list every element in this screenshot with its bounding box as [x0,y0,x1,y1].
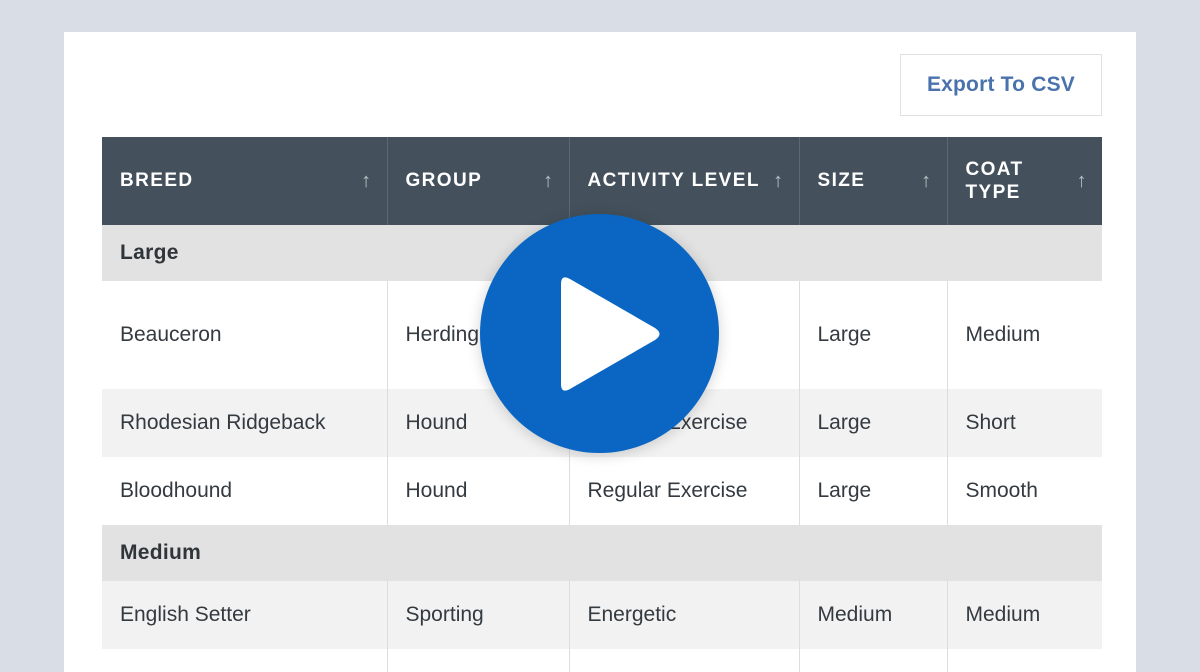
cell-size: Medium [799,581,948,649]
cell-coat: Medium [947,281,1102,389]
table-header-row: Breed ↑ Group ↑ Activity [102,137,1102,225]
column-header-group-label: Group [405,170,483,192]
cell-group: Sporting [387,581,570,649]
cell-breed: Rhodesian Ridgeback [102,389,388,457]
cell-breed: English Setter [102,581,388,649]
cell-size: Medium [799,649,948,672]
table-toolbar: Export To CSV [64,32,1136,137]
cell-size: Large [799,457,948,525]
cell-size: Large [799,281,948,389]
column-header-size-label: Size [817,170,866,192]
table-row[interactable]: English Setter Sporting Energetic Medium… [102,581,1102,649]
cell-group: Sporting [387,649,570,672]
table-row[interactable]: German Short Haired Sporting Needs Lots … [102,649,1102,672]
column-header-size[interactable]: Size ↑ [799,137,948,225]
cell-activity: Regular Exercise [569,457,800,525]
export-to-csv-button[interactable]: Export To CSV [899,53,1102,116]
sort-ascending-arrow-icon[interactable]: ↑ [361,171,372,191]
table-row[interactable]: Bloodhound Hound Regular Exercise Large … [102,457,1102,525]
column-header-group[interactable]: Group ↑ [387,137,570,225]
cell-activity: Needs Lots of Exercise [569,649,800,672]
cell-breed: German Short Haired [102,649,388,672]
cell-size: Large [799,389,948,457]
cell-breed: Bloodhound [102,457,388,525]
play-button[interactable] [480,214,719,453]
cell-group: Hound [387,457,570,525]
sort-ascending-arrow-icon[interactable]: ↑ [543,171,554,191]
screenshot-stage: Export To CSV Breed ↑ [0,0,1200,672]
column-header-activity-level-label: Activity Level [587,170,760,192]
group-header-label: Medium [102,525,1102,581]
cell-breed: Beauceron [102,281,388,389]
sort-ascending-arrow-icon[interactable]: ↑ [921,171,932,191]
cell-activity: Energetic [569,581,800,649]
play-triangle-icon [560,276,659,391]
column-header-coat-type[interactable]: Coat Type ↑ [947,137,1102,225]
cell-coat: Medium [947,581,1102,649]
sort-ascending-arrow-icon[interactable]: ↑ [773,171,784,191]
sort-ascending-arrow-icon[interactable]: ↑ [1077,171,1088,191]
table-head: Breed ↑ Group ↑ Activity [102,137,1102,225]
cell-coat: Smooth [947,457,1102,525]
column-header-activity-level[interactable]: Activity Level ↑ [569,137,800,225]
column-header-coat-type-label: Coat Type [965,158,1024,203]
column-header-breed-label: Breed [120,170,194,192]
group-header-row: Medium [102,525,1102,581]
cell-coat: Short [947,389,1102,457]
cell-coat: Short [947,649,1102,672]
column-header-breed[interactable]: Breed ↑ [102,137,388,225]
